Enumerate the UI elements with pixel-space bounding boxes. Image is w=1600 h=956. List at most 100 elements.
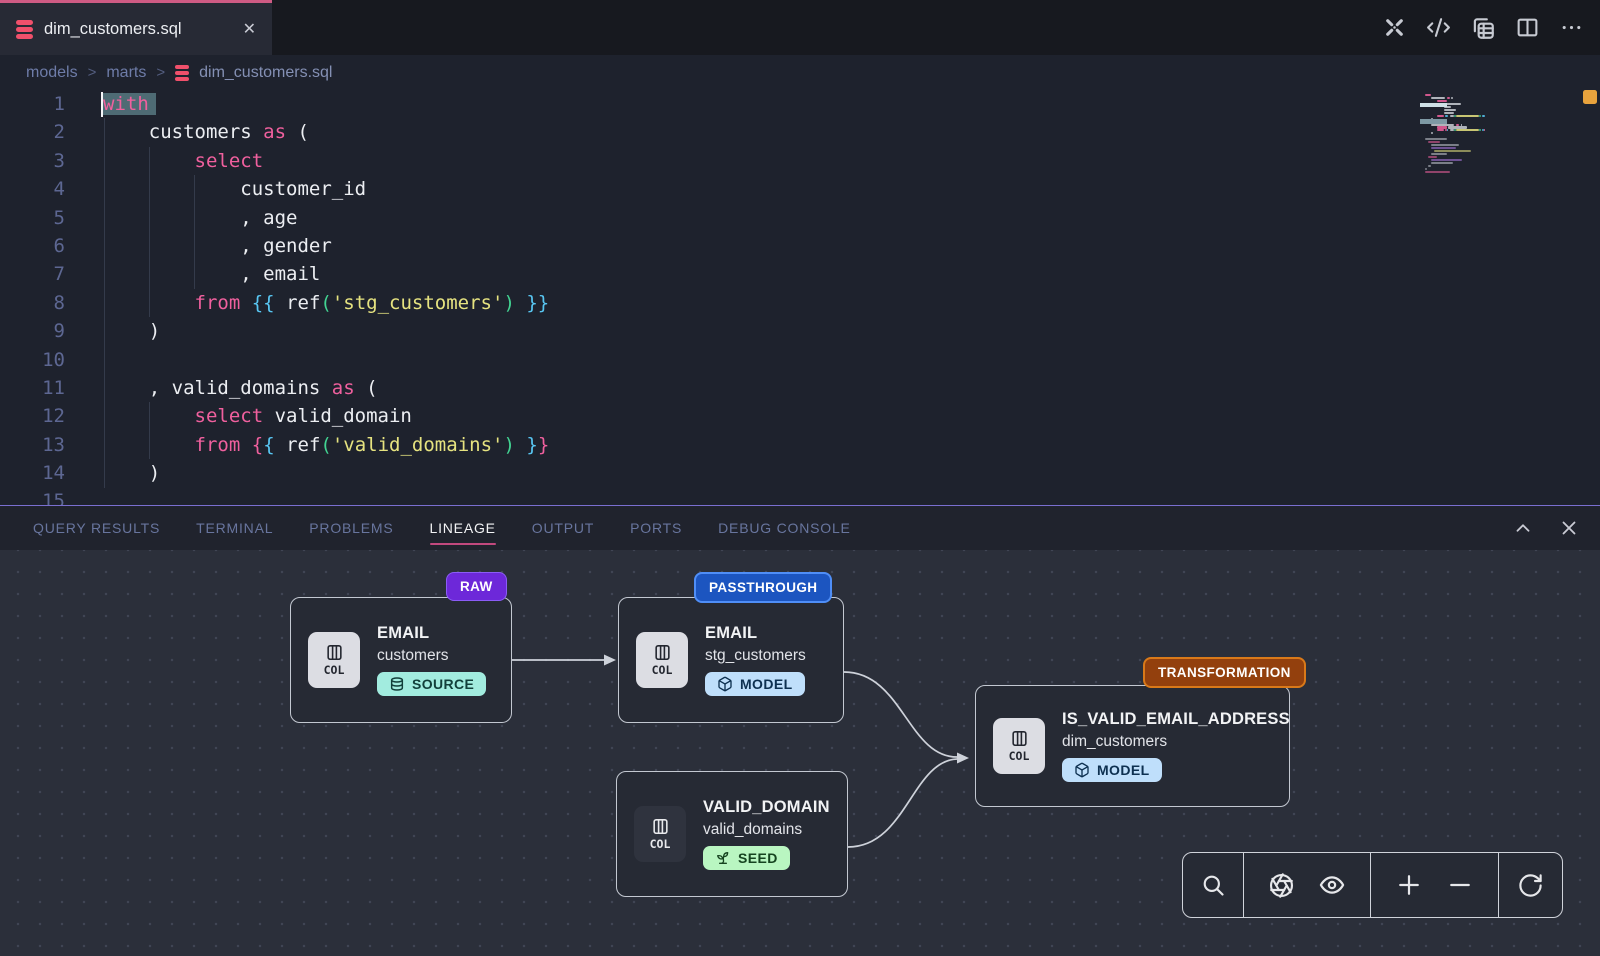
code-line[interactable]: 10 [0,346,1600,374]
search-icon[interactable] [1200,872,1227,899]
tab-title: dim_customers.sql [44,20,182,39]
refresh-icon[interactable] [1517,872,1544,899]
text-cursor [101,92,103,117]
model-name: valid_domains [703,821,830,839]
panel-tab-output[interactable]: OUTPUT [532,520,594,536]
lineage-node-customers[interactable]: COL EMAIL customers SOURCE [290,597,512,723]
line-number: 4 [0,175,65,203]
tag-badge-passthrough: PASSTHROUGH [694,572,832,603]
line-number: 8 [0,289,65,317]
node-info: EMAIL customers SOURCE [377,624,486,696]
panel-tab-terminal[interactable]: TERMINAL [196,520,273,536]
code-editor[interactable]: 1with2 customers as (3 select4 customer_… [0,90,1600,505]
panel-tab-query-results[interactable]: QUERY RESULTS [33,520,160,536]
collapse-panel-icon[interactable] [1512,517,1534,539]
line-number: 9 [0,317,65,345]
model-name: dim_customers [1062,733,1290,751]
sprout-icon [715,850,731,866]
eye-icon[interactable] [1318,871,1346,899]
zoom-out-icon[interactable] [1446,871,1474,899]
code-line[interactable]: 4 customer_id [0,175,1600,203]
code-line[interactable]: 15 [0,487,1600,505]
close-panel-icon[interactable] [1558,517,1580,539]
editor-actions [1382,0,1584,55]
code-line[interactable]: 7 , email [0,260,1600,288]
database-icon [16,20,33,39]
code-line[interactable]: 2 customers as ( [0,118,1600,146]
node-type-badge: SOURCE [377,672,486,696]
lineage-node-valid-domains[interactable]: COL VALID_DOMAIN valid_domains SEED [616,771,848,897]
breadcrumb-separator: > [88,64,97,81]
column-name: EMAIL [705,624,806,643]
column-toggle[interactable]: COL [993,718,1045,774]
line-number: 12 [0,402,65,430]
panel-actions [1512,505,1580,550]
columns-icon [1010,729,1029,748]
line-number: 15 [0,487,65,505]
column-toggle[interactable]: COL [636,632,688,688]
aperture-icon[interactable] [1268,872,1295,899]
code-line[interactable]: 1with [0,90,1600,118]
code-line[interactable]: 11 , valid_domains as ( [0,374,1600,402]
dbt-logo-icon[interactable] [1382,15,1407,40]
line-number: 1 [0,90,65,118]
cube-icon [1074,762,1090,778]
columns-icon [653,643,672,662]
database-icon [389,676,405,692]
code-line[interactable]: 9 ) [0,317,1600,345]
code-line[interactable]: 6 , gender [0,232,1600,260]
tab-bar: dim_customers.sql ✕ [0,0,1600,55]
line-number: 3 [0,147,65,175]
line-number: 7 [0,260,65,288]
breadcrumb-item-marts[interactable]: marts [106,64,146,82]
line-number: 10 [0,346,65,374]
code-line[interactable]: 13 from {{ ref('valid_domains') }} [0,431,1600,459]
panel-tab-ports[interactable]: PORTS [630,520,682,536]
overview-ruler-marker [1583,90,1597,104]
line-number: 5 [0,204,65,232]
code-line[interactable]: 5 , age [0,204,1600,232]
code-line[interactable]: 14 ) [0,459,1600,487]
model-name: customers [377,647,486,665]
line-number: 2 [0,118,65,146]
column-toggle-label: COL [652,663,673,677]
lineage-node-dim-customers[interactable]: COL IS_VALID_EMAIL_ADDRESS dim_customers… [975,685,1290,807]
split-editor-icon[interactable] [1515,15,1540,40]
node-info: IS_VALID_EMAIL_ADDRESS dim_customers MOD… [1062,710,1290,782]
breadcrumb-item-models[interactable]: models [26,64,78,82]
lineage-canvas[interactable]: COL EMAIL customers SOURCE COL EMAIL stg… [0,550,1600,956]
more-actions-icon[interactable] [1559,15,1584,40]
panel-tab-bar: QUERY RESULTS TERMINAL PROBLEMS LINEAGE OUTP… [0,505,1600,550]
line-number: 11 [0,374,65,402]
column-toggle[interactable]: COL [308,632,360,688]
column-toggle-label: COL [650,837,671,851]
panel-tabs: QUERY RESULTS TERMINAL PROBLEMS LINEAGE OUTP… [33,520,851,536]
panel-tab-lineage[interactable]: LINEAGE [430,520,496,536]
minimap-selection-marker [1420,119,1447,124]
database-icon [175,65,189,81]
code-lines: 1with2 customers as (3 select4 customer_… [0,90,1600,505]
line-number: 6 [0,232,65,260]
zoom-in-icon[interactable] [1395,871,1423,899]
panel-tab-debug-console[interactable]: DEBUG CONSOLE [718,520,851,536]
editor-tab-dim-customers[interactable]: dim_customers.sql ✕ [0,0,272,55]
code-line[interactable]: 3 select [0,147,1600,175]
code-line[interactable]: 8 from {{ ref('stg_customers') }} [0,289,1600,317]
tab-close-icon[interactable]: ✕ [243,19,256,39]
lineage-node-stg-customers[interactable]: COL EMAIL stg_customers MODEL [618,597,844,723]
breadcrumb-separator: > [156,64,165,81]
breadcrumb: models > marts > dim_customers.sql [0,55,1600,90]
column-name: EMAIL [377,624,486,643]
cube-icon [717,676,733,692]
column-toggle[interactable]: COL [634,806,686,862]
dbt-editor-window: dim_customers.sql ✕ [0,0,1600,956]
query-preview-icon[interactable] [1470,15,1496,41]
node-type-badge: SEED [703,846,790,870]
panel-tab-problems[interactable]: PROBLEMS [309,520,393,536]
breadcrumb-item-file[interactable]: dim_customers.sql [199,64,332,82]
line-number: 14 [0,459,65,487]
column-toggle-label: COL [1009,749,1030,763]
line-number: 13 [0,431,65,459]
code-line[interactable]: 12 select valid_domain [0,402,1600,430]
code-icon[interactable] [1426,15,1451,40]
